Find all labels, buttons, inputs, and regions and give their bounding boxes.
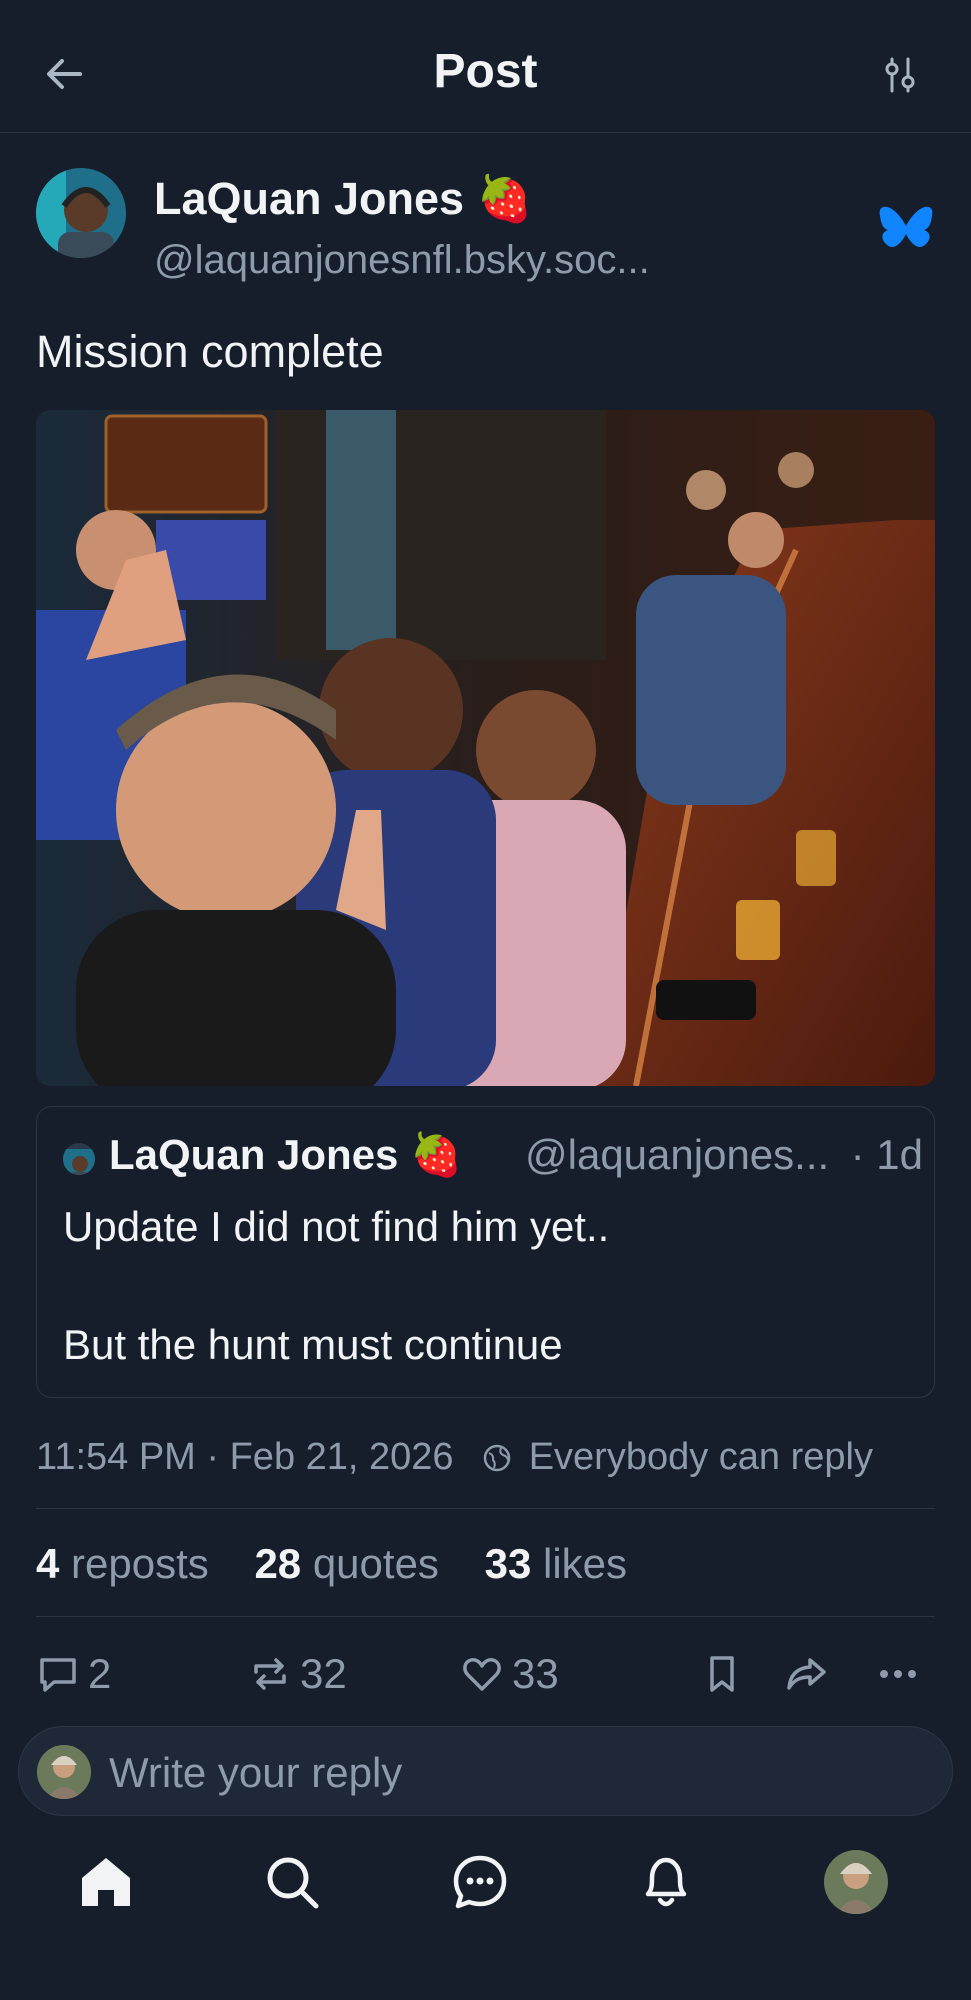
- strawberry-emoji: 🍓: [410, 1131, 463, 1178]
- divider: [36, 1616, 935, 1617]
- quotes-stat[interactable]: 28 quotes: [254, 1540, 439, 1588]
- globe-icon: [483, 1444, 511, 1472]
- bookmark-button[interactable]: [700, 1646, 752, 1702]
- reply-button[interactable]: 2: [36, 1646, 111, 1702]
- home-icon[interactable]: [74, 1850, 138, 1914]
- quote-text-line: Update I did not find him yet..: [63, 1203, 610, 1250]
- like-count: 33: [512, 1650, 559, 1697]
- page-title: Post: [433, 45, 538, 98]
- share-button[interactable]: [784, 1646, 836, 1702]
- repost-button[interactable]: 32: [248, 1646, 347, 1702]
- quote-avatar: [63, 1143, 95, 1175]
- more-options-button[interactable]: [876, 1646, 928, 1702]
- sliders-icon[interactable]: [880, 55, 920, 95]
- post-image[interactable]: [36, 410, 935, 1086]
- bluesky-butterfly-icon: [879, 206, 933, 247]
- share-arrow-icon: [787, 1658, 826, 1690]
- top-bar: Post: [0, 0, 971, 133]
- avatar[interactable]: [36, 168, 126, 258]
- repost-icon: [254, 1658, 286, 1690]
- reply-policy[interactable]: Everybody can reply: [529, 1436, 873, 1478]
- reply-input[interactable]: Write your reply: [18, 1726, 953, 1816]
- post-text: Mission complete: [36, 326, 384, 377]
- profile-avatar[interactable]: [824, 1850, 888, 1914]
- divider: [36, 1508, 935, 1509]
- engagement-stats: 4 reposts 28 quotes 33 likes: [36, 1540, 661, 1588]
- post-meta: 11:54 PM · Feb 21, 2026 Everybody can re…: [36, 1436, 873, 1479]
- post-timestamp: 11:54 PM · Feb 21, 2026: [36, 1436, 454, 1478]
- likes-stat[interactable]: 33 likes: [485, 1540, 627, 1588]
- bookmark-icon: [710, 1656, 734, 1692]
- heart-icon: [463, 1658, 501, 1691]
- reply-count: 2: [88, 1650, 112, 1697]
- my-avatar: [37, 1745, 91, 1799]
- quote-author-handle: @laquanjones...: [525, 1131, 830, 1178]
- quote-text-line: But the hunt must continue: [63, 1321, 563, 1368]
- bottom-navigation: [0, 1840, 971, 2000]
- bell-icon[interactable]: [634, 1850, 698, 1914]
- search-icon[interactable]: [260, 1850, 324, 1914]
- chat-icon[interactable]: [448, 1850, 512, 1914]
- strawberry-emoji: 🍓: [476, 173, 533, 224]
- author-name[interactable]: LaQuan Jones: [154, 173, 464, 224]
- post-author: LaQuan Jones 🍓 @laquanjonesnfl.bsky.soc.…: [36, 168, 936, 298]
- quoted-post[interactable]: LaQuan Jones 🍓 @laquanjones... · 1d Upda…: [36, 1106, 935, 1398]
- like-button[interactable]: 33: [460, 1646, 559, 1702]
- post-actions: 2 32 33: [36, 1646, 935, 1702]
- author-handle[interactable]: @laquanjonesnfl.bsky.soc...: [154, 238, 650, 283]
- quote-author-name: LaQuan Jones: [109, 1131, 399, 1178]
- reply-bubble-icon: [40, 1658, 76, 1692]
- reply-placeholder: Write your reply: [109, 1749, 403, 1796]
- quote-timestamp: · 1d: [850, 1131, 923, 1178]
- ellipsis-icon: [880, 1670, 916, 1678]
- reposts-stat[interactable]: 4 reposts: [36, 1540, 209, 1588]
- repost-count: 32: [300, 1650, 347, 1697]
